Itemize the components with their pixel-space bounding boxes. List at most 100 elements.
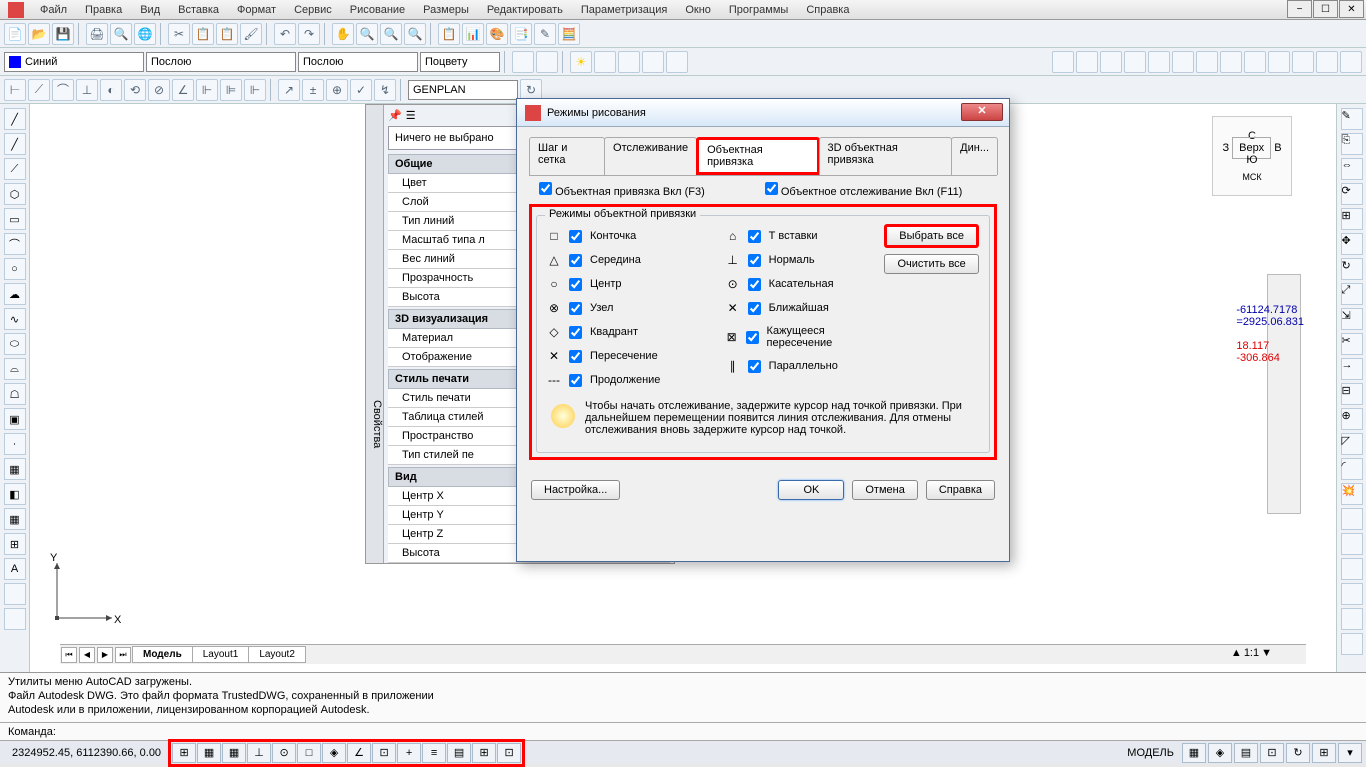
coordinate-display[interactable]: 2324952.45, 6112390.66, 0.00 [6,747,167,759]
sb-dyn[interactable]: + [397,743,421,763]
prop-cz[interactable]: Центр Z [388,525,534,543]
sheet-icon[interactable]: 📑 [510,23,532,45]
menu-service[interactable]: Сервис [294,4,332,16]
menu-help[interactable]: Справка [806,4,849,16]
point-icon[interactable]: ∙ [4,433,26,455]
menu-programs[interactable]: Программы [729,4,788,16]
status-tool3[interactable] [1314,644,1332,662]
command-input[interactable]: Команда: [0,722,1366,740]
menu-format[interactable]: Формат [237,4,276,16]
mod-b[interactable] [1341,533,1363,555]
palette-handle[interactable]: Свойства [366,105,384,563]
sb-ducs[interactable]: ⊡ [372,743,396,763]
undo-icon[interactable]: ↶ [274,23,296,45]
publish-icon[interactable]: 🌐 [134,23,156,45]
prop-ps[interactable]: Стиль печати [388,389,534,407]
close-button[interactable]: ✕ [1339,0,1364,18]
menu-edit[interactable]: Правка [85,4,122,16]
save-icon[interactable]: 💾 [52,23,74,45]
zoom-window-icon[interactable]: 🔍 [380,23,402,45]
region-icon[interactable]: ▦ [4,508,26,530]
prop-sp[interactable]: Пространство [388,427,534,445]
paste-icon[interactable]: 📋 [216,23,238,45]
sb-qp[interactable]: ⊞ [472,743,496,763]
sb-osnap[interactable]: □ [297,743,321,763]
status-tool2[interactable] [1294,644,1312,662]
mod-e[interactable] [1341,608,1363,630]
ray-icon[interactable]: ╱ [4,133,26,155]
tab-next[interactable]: ▶ [97,647,113,663]
minimize-button[interactable]: − [1287,0,1312,18]
designcenter-icon[interactable]: 📊 [462,23,484,45]
menu-view[interactable]: Вид [140,4,160,16]
prop-ltscale[interactable]: Масштаб типа л [388,231,534,249]
menu-draw[interactable]: Рисование [350,4,405,16]
dim-ord-icon[interactable]: ⊥ [76,79,98,101]
solids-6[interactable] [1172,51,1194,73]
menu-file[interactable]: Файл [40,4,67,16]
print-icon[interactable]: 🖨 [86,23,108,45]
markup-icon[interactable]: ✎ [534,23,556,45]
match-icon[interactable]: 🖌 [240,23,262,45]
join-icon[interactable]: ⊕ [1341,408,1363,430]
menu-dim[interactable]: Размеры [423,4,469,16]
sb-otrack[interactable]: ∠ [347,743,371,763]
trim-icon[interactable]: ✂ [1341,333,1363,355]
prop-color[interactable]: Цвет [388,174,534,192]
prop-disp[interactable]: Отображение [388,348,534,366]
model-space-button[interactable]: МОДЕЛЬ [1121,747,1180,759]
snap-l4-checkbox[interactable] [569,326,582,339]
snap-l6[interactable]: --- Продолжение [547,368,696,392]
tab-layout1[interactable]: Layout1 [192,646,250,663]
tab-first[interactable]: ⏮ [61,647,77,663]
tool-x3[interactable] [642,51,664,73]
ellipse-icon[interactable]: ⬭ [4,333,26,355]
sb-grid[interactable]: ▦ [222,743,246,763]
text-icon[interactable]: A [4,558,26,580]
view-cube[interactable]: С З Верх В Ю МСК [1212,116,1292,196]
tab-dyn[interactable]: Дин... [951,137,998,175]
mod-f[interactable] [1341,633,1363,655]
mod-a[interactable] [1341,508,1363,530]
rev-icon[interactable]: ☁ [4,283,26,305]
dim-dia-icon[interactable]: ⊘ [148,79,170,101]
table-icon[interactable]: ⊞ [4,533,26,555]
dim-ang-icon[interactable]: ∠ [172,79,194,101]
earc-icon[interactable]: ⌓ [4,358,26,380]
break-icon[interactable]: ⊟ [1341,383,1363,405]
mirror-icon[interactable]: ⇔ [1341,158,1363,180]
calc-icon[interactable]: 🧮 [558,23,580,45]
palette-menu-icon[interactable]: ☰ [406,109,416,122]
otrack-on-checkbox[interactable]: Объектное отслеживание Вкл (F11) [765,182,963,198]
sb-ortho[interactable]: ⊥ [247,743,271,763]
menu-window[interactable]: Окно [685,4,711,16]
tab-layout2[interactable]: Layout2 [248,646,306,663]
sb-lwt[interactable]: ≡ [422,743,446,763]
sb-r7[interactable]: ▾ [1338,743,1362,763]
prop-transp[interactable]: Прозрачность [388,269,534,287]
snap-l1[interactable]: △ Середина [547,248,696,272]
snap-l5[interactable]: ✕ Пересечение [547,344,696,368]
zoom-prev-icon[interactable]: 🔍 [404,23,426,45]
tab-model[interactable]: Модель [132,646,193,663]
dialog-title-bar[interactable]: Режимы рисования ✕ [517,99,1009,127]
tool-x2[interactable] [618,51,640,73]
snap-l2-checkbox[interactable] [569,278,582,291]
cancel-button[interactable]: Отмена [852,480,917,500]
snap-r0-checkbox[interactable] [748,230,761,243]
line-icon[interactable]: ╱ [4,108,26,130]
osnap-on-checkbox[interactable]: Объектная привязка Вкл (F3) [539,182,705,198]
polygon-icon[interactable]: ⬡ [4,183,26,205]
sb-r1[interactable]: ▦ [1182,743,1206,763]
settings-button[interactable]: Настройка... [531,480,620,500]
palette-pin-icon[interactable]: 📌 [388,109,402,122]
ok-button[interactable]: OK [778,480,844,500]
dim-leader-icon[interactable]: ↗ [278,79,300,101]
preview-icon[interactable]: 🔍 [110,23,132,45]
menu-modify[interactable]: Редактировать [487,4,563,16]
tool-x1[interactable] [594,51,616,73]
snap-r0[interactable]: ⌂ Т вставки [726,224,875,248]
fillet-icon[interactable]: ◜ [1341,458,1363,480]
dim-cen-icon[interactable]: ⊕ [326,79,348,101]
snap-l0[interactable]: □ Конточка [547,224,696,248]
